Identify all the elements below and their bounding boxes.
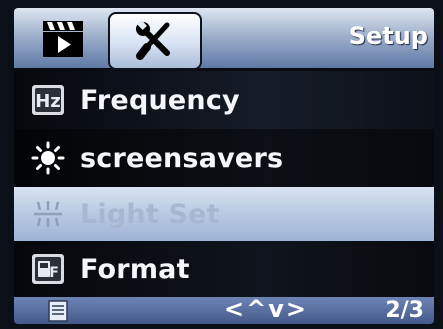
- light-set-icon: [28, 197, 68, 231]
- page-indicator: 2/3: [385, 298, 424, 323]
- menu-item-screensavers[interactable]: screensavers: [14, 129, 434, 187]
- sun-icon: [28, 141, 68, 175]
- navigation-arrows[interactable]: <^v>: [224, 295, 308, 323]
- menu-item-light-set[interactable]: Light Set: [14, 187, 434, 241]
- footer-bar: <^v> 2/3: [14, 295, 434, 324]
- format-card-icon: F: [28, 252, 68, 286]
- svg-text:F: F: [49, 265, 59, 281]
- movie-clapper-icon: [43, 21, 83, 57]
- tab-setup[interactable]: [108, 12, 202, 70]
- menu-item-label: Format: [80, 253, 190, 285]
- tools-icon: [136, 20, 170, 60]
- camera-screen: Setup Hz Frequency screensavers Light Se…: [14, 8, 434, 324]
- header-bar: Setup: [14, 8, 434, 70]
- document-icon: [48, 300, 68, 324]
- tab-video[interactable]: [28, 14, 98, 64]
- svg-text:Hz: Hz: [35, 91, 61, 112]
- header-title: Setup: [348, 22, 428, 50]
- menu-item-label: Light Set: [80, 198, 220, 230]
- menu-item-format[interactable]: F Format: [14, 241, 434, 297]
- frequency-hz-icon: Hz: [28, 83, 68, 117]
- menu-item-label: screensavers: [80, 142, 284, 174]
- menu-item-frequency[interactable]: Hz Frequency: [14, 71, 434, 129]
- menu-item-label: Frequency: [80, 84, 240, 116]
